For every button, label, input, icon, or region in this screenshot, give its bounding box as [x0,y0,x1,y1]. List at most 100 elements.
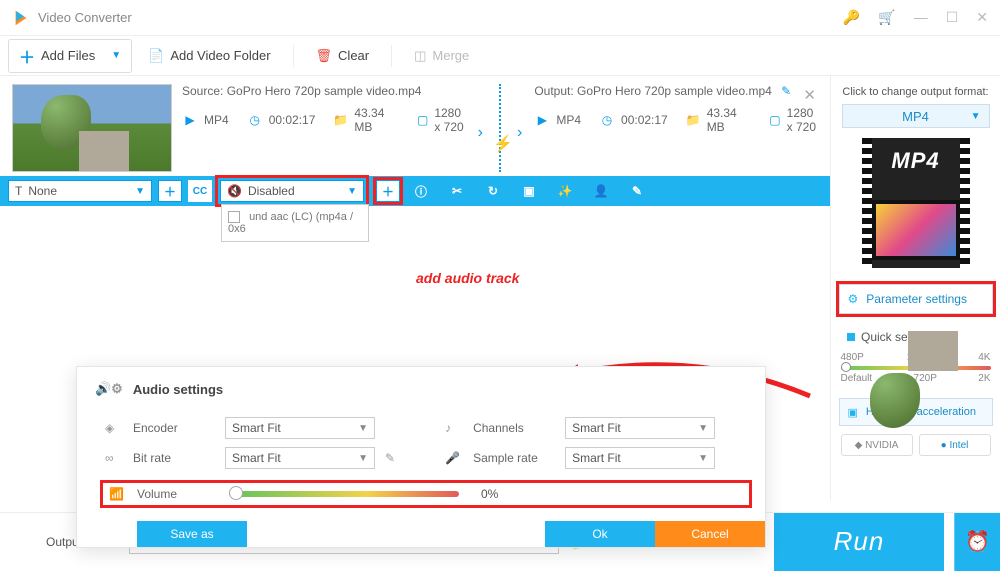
output-filename: Output: GoPro Hero 720p sample video.mp4… [534,84,818,98]
main-left-pane: Source: GoPro Hero 720p sample video.mp4… [0,76,830,500]
key-icon[interactable]: 🔑 [843,9,860,26]
channels-select[interactable]: Smart Fit▼ [565,417,715,439]
cart-icon[interactable]: 🛒 [878,9,895,26]
file-row: Source: GoPro Hero 720p sample video.mp4… [0,76,830,176]
quality-slider[interactable] [841,366,991,370]
channels-icon: ♪ [445,421,463,435]
clear-button[interactable]: 🗑 Clear [306,44,380,68]
audio-track-option[interactable]: und aac (LC) (mp4a / 0x6 [228,211,353,235]
volume-slider[interactable] [229,491,459,497]
output-meta: Output: GoPro Hero 720p sample video.mp4… [534,84,818,172]
separator [293,45,294,67]
merge-icon: ◫ [414,48,426,64]
audio-settings-panel: 🔊⚙ Audio settings ◈ Encoder Smart Fit▼ ∞… [76,366,766,548]
volume-icon: 📶 [109,487,127,501]
chevron-right-icon: › [478,124,483,172]
format-icon: ▶ [182,112,198,128]
source-meta: Source: GoPro Hero 720p sample video.mp4… [182,84,466,172]
crop-tool-icon[interactable]: ▣ [514,180,544,202]
edit-icon[interactable]: ✎ [781,84,791,98]
speaker-gear-icon: 🔊⚙ [95,381,123,397]
add-files-label: Add Files [41,48,95,63]
track-toolbar: T None ▼ ＋ CC 🔇 Disabled ▼ und aac (LC) … [0,176,830,206]
slider-thumb[interactable] [841,362,851,372]
add-files-button[interactable]: ＋ Add Files ▼ [8,39,132,73]
bitrate-label: Bit rate [133,451,215,465]
output-resolution: 1280 x 720 [787,106,818,134]
right-sidebar: Click to change output format: MP4 ▼ MP4… [830,76,1000,500]
volume-value: 0% [481,487,498,501]
format-preview[interactable]: MP4 [862,138,970,268]
maximize-icon[interactable]: ☐ [946,9,959,26]
add-subtitle-button[interactable]: ＋ [158,180,182,202]
add-audio-track-button[interactable]: ＋ [376,180,400,202]
volume-label: Volume [137,487,219,501]
clear-label: Clear [338,48,369,63]
film-image-icon [872,200,960,260]
output-format-value: MP4 [902,109,929,124]
run-button[interactable]: Run [774,513,944,571]
encoder-label: Encoder [133,421,215,435]
minimize-icon[interactable]: — [914,9,928,26]
chevron-down-icon: ▼ [135,186,145,197]
subtitle-value: None [28,184,57,198]
output-duration: 00:02:17 [621,113,668,127]
quality-slider-group: 480P 1080P 4K Default 720P 2K [841,352,991,384]
video-thumbnail[interactable] [12,84,172,172]
bullet-icon [847,333,855,341]
folder-icon: 📁 [686,112,701,128]
speaker-icon: 🔇 [227,184,242,198]
subtitle-select[interactable]: T None ▼ [8,180,152,202]
encoder-select[interactable]: Smart Fit▼ [225,417,375,439]
audio-track-value: Disabled [248,184,295,198]
save-as-button[interactable]: Save as [137,521,247,547]
cut-tool-icon[interactable]: ✂ [442,180,472,202]
output-format-select[interactable]: MP4 ▼ [842,104,990,128]
clock-icon: ◷ [247,112,263,128]
folder-icon: 📁 [333,112,348,128]
subtitle-tool-icon[interactable]: ✎ [622,180,652,202]
cc-button[interactable]: CC [188,180,212,202]
scheduler-button[interactable]: ⏰ [954,513,1000,571]
rotate-tool-icon[interactable]: ↻ [478,180,508,202]
conversion-divider: ⚡ [499,84,501,172]
cancel-button[interactable]: Cancel [655,521,765,547]
effects-tool-icon[interactable]: ✨ [550,180,580,202]
output-format: MP4 [556,113,581,127]
info-tool-icon[interactable]: ⓘ [406,180,436,202]
separator [391,45,392,67]
folder-plus-icon: 📄 [148,48,164,64]
scale-4k: 4K [978,352,990,363]
bitrate-icon: ∞ [105,451,123,465]
scale-2k: 2K [978,373,990,384]
close-icon[interactable]: ✕ [976,9,988,26]
chevron-down-icon: ▼ [111,50,121,61]
sample-rate-label: Sample rate [473,451,555,465]
chevron-down-icon: ▼ [971,111,981,122]
plus-icon: ＋ [19,44,35,68]
clock-icon: ◷ [599,112,615,128]
ok-button[interactable]: Ok [545,521,655,547]
resolution-icon: ▢ [769,112,780,128]
trash-icon: 🗑 [316,48,333,64]
bolt-icon: ⚡ [493,134,513,154]
watermark-tool-icon[interactable]: 👤 [586,180,616,202]
parameter-settings-button[interactable]: ⚙ Parameter settings [839,284,993,314]
slider-thumb[interactable] [229,486,243,500]
sample-rate-select[interactable]: Smart Fit▼ [565,447,715,469]
edit-bitrate-icon[interactable]: ✎ [385,451,395,465]
output-size: 43.34 MB [707,106,752,134]
source-duration: 00:02:17 [269,113,316,127]
add-video-folder-button[interactable]: 📄 Add Video Folder [138,44,280,68]
audio-settings-title: Audio settings [133,382,223,397]
nvidia-icon: ◆ [855,440,863,451]
checkbox[interactable] [228,211,240,223]
intel-chip: ● Intel [919,434,991,456]
bitrate-select[interactable]: Smart Fit▼ [225,447,375,469]
merge-button[interactable]: ◫ Merge [404,44,479,68]
app-title: Video Converter [38,10,132,25]
audio-track-select[interactable]: 🔇 Disabled ▼ und aac (LC) (mp4a / 0x6 [220,180,364,202]
nvidia-chip: ◆ NVIDIA [841,434,913,456]
main-toolbar: ＋ Add Files ▼ 📄 Add Video Folder 🗑 Clear… [0,36,1000,76]
remove-file-button[interactable]: ✕ [803,86,816,104]
